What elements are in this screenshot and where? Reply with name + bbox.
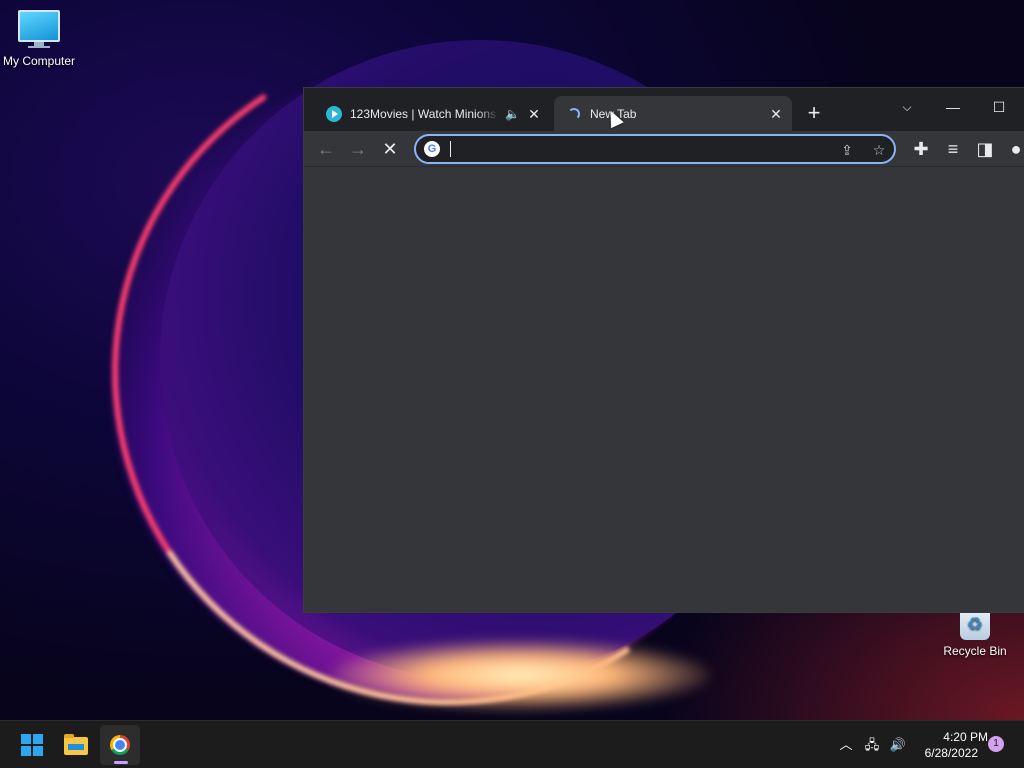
tab-search-chevron-icon[interactable]: ⌵ xyxy=(884,92,930,122)
speaker-icon[interactable]: 🔈 xyxy=(505,107,520,121)
file-explorer-button[interactable] xyxy=(56,725,96,765)
page-content-area xyxy=(304,167,1024,612)
stop-loading-icon[interactable]: ✕ xyxy=(376,135,404,163)
address-bar[interactable]: G ⇪ ☆ xyxy=(414,134,896,164)
show-hidden-icons-chevron-icon[interactable]: ︿ xyxy=(836,735,856,755)
chrome-window: 123Movies | Watch Minions ( 🔈 ✕ New Tab … xyxy=(304,88,1024,612)
chrome-taskbar-button[interactable] xyxy=(100,725,140,765)
recycle-bin-icon: ♻ xyxy=(960,608,990,640)
loading-spinner-icon xyxy=(568,107,580,120)
clock-date[interactable]: 6/28/2022 xyxy=(912,746,978,760)
computer-icon xyxy=(0,10,78,48)
side-panel-icon[interactable]: ◨ xyxy=(971,135,999,163)
google-icon: G xyxy=(424,141,440,157)
play-icon xyxy=(326,105,342,122)
volume-icon[interactable]: 🔊 xyxy=(888,735,908,755)
desktop-icon-label: My Computer xyxy=(2,54,76,68)
desktop-icon-recycle-bin[interactable]: ♻ Recycle Bin xyxy=(938,608,1012,658)
maximize-button[interactable]: ☐ xyxy=(976,92,1022,122)
address-input[interactable] xyxy=(448,139,828,159)
windows-logo-icon xyxy=(21,734,43,756)
taskbar: ︿ 🖧 🔊 4:20 PM 6/28/2022 xyxy=(0,720,1024,768)
extensions-puzzle-icon[interactable]: ✚ xyxy=(907,135,935,163)
profile-avatar-icon[interactable]: ● xyxy=(1002,135,1024,163)
start-button[interactable] xyxy=(12,725,52,765)
share-icon[interactable]: ⇪ xyxy=(836,140,858,160)
notification-badge[interactable]: 1 xyxy=(988,736,1004,752)
tab-strip: 123Movies | Watch Minions ( 🔈 ✕ New Tab … xyxy=(304,88,1024,131)
tab-title: 123Movies | Watch Minions ( xyxy=(350,106,500,121)
tab-new-tab[interactable]: New Tab ✕ xyxy=(554,96,792,131)
chrome-icon xyxy=(110,735,130,755)
tab-123movies[interactable]: 123Movies | Watch Minions ( 🔈 ✕ xyxy=(314,96,550,131)
browser-toolbar: ← → ✕ G ⇪ ☆ ✚ ≡ ◨ ● xyxy=(304,131,1024,167)
minimize-button[interactable]: — xyxy=(930,92,976,122)
close-tab-icon[interactable]: ✕ xyxy=(526,106,542,122)
wallpaper-highlight xyxy=(330,640,710,710)
clock-time[interactable]: 4:20 PM xyxy=(912,730,988,744)
media-controls-icon[interactable]: ≡ xyxy=(939,135,967,163)
running-indicator xyxy=(114,761,128,764)
back-arrow-icon[interactable]: ← xyxy=(312,135,340,163)
folder-icon xyxy=(64,734,88,755)
bookmark-star-icon[interactable]: ☆ xyxy=(868,140,890,160)
network-icon[interactable]: 🖧 xyxy=(862,735,882,755)
close-tab-icon[interactable]: ✕ xyxy=(768,106,784,122)
forward-arrow-icon[interactable]: → xyxy=(344,135,372,163)
desktop-icon-label: Recycle Bin xyxy=(943,644,1007,658)
text-caret xyxy=(450,141,451,157)
desktop-icon-my-computer[interactable]: My Computer xyxy=(0,10,78,68)
new-tab-button[interactable]: + xyxy=(802,102,826,126)
